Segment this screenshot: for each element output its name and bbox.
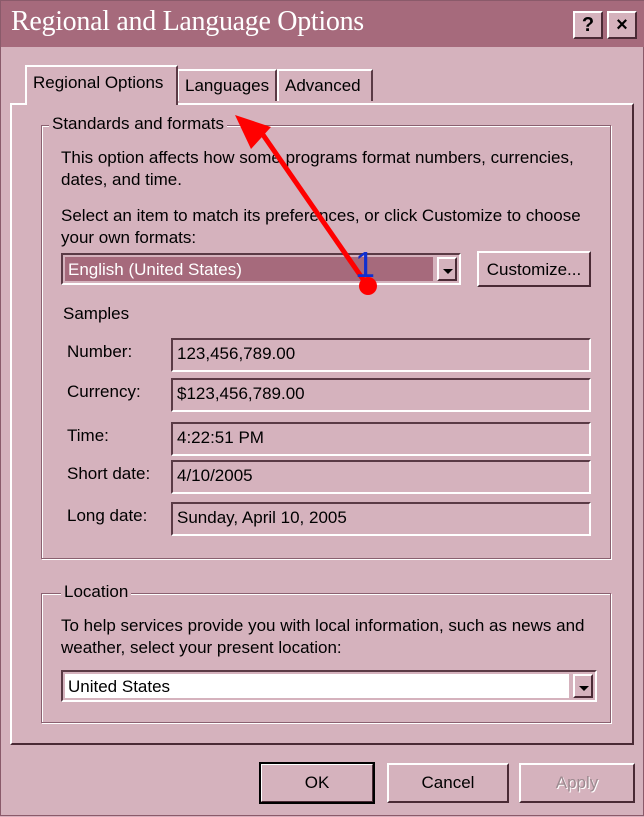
annotation-overlay: 1 — [235, 115, 377, 295]
regional-language-dialog: Regional and Language Options ? × Region… — [0, 0, 644, 816]
annotation-arrowhead-icon — [235, 115, 271, 149]
annotation-number: 1 — [355, 244, 375, 285]
annotation-arrow-line — [256, 127, 370, 287]
